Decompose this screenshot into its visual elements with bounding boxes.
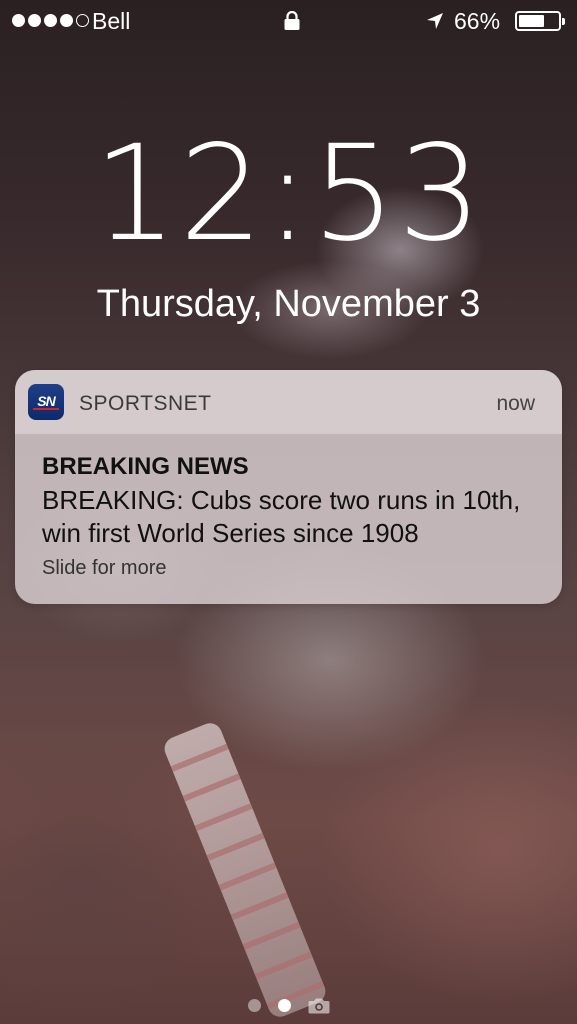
battery-fill [519,15,544,27]
notification-app-name: SPORTSNET [79,392,212,415]
battery-nub [562,18,565,25]
page-indicator [0,997,577,1014]
page-dot[interactable] [247,999,261,1012]
signal-dot [44,14,57,27]
battery-icon [515,11,565,31]
carrier-name: Bell [92,8,131,34]
lock-screen-time: 12:53 [93,117,484,271]
app-icon-stripe [33,408,59,410]
lock-icon [284,11,300,30]
wallpaper-detail [160,719,330,1021]
status-bar: Bell 66% [0,0,577,42]
battery-percent: 66% [454,8,501,34]
signal-dot [12,14,25,27]
notification-body: BREAKING: Cubs score two runs in 10th, w… [42,485,521,548]
signal-strength [12,14,89,27]
notification-timestamp: now [496,392,535,415]
location-arrow-icon [427,13,443,29]
sportsnet-app-icon: SN [28,384,64,420]
notification-card[interactable]: SN SPORTSNET now BREAKING NEWS BREAKING:… [15,370,562,604]
page-dot-active[interactable] [277,999,291,1012]
signal-dot-empty [76,14,89,27]
notification-slide-hint[interactable]: Slide for more [42,557,167,580]
camera-icon[interactable] [308,997,330,1014]
lock-screen-date: Thursday, November 3 [96,283,481,325]
app-icon-logo: SN [37,393,55,409]
notification-title: BREAKING NEWS [42,453,249,480]
signal-dot [28,14,41,27]
notification-header: SN SPORTSNET now [15,370,562,434]
signal-dot [60,14,73,27]
